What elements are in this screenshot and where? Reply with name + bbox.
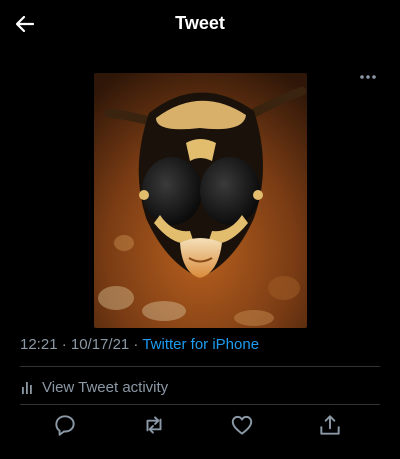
reply-icon <box>55 415 75 436</box>
arrow-left-icon <box>15 15 35 33</box>
more-options-button[interactable] <box>356 68 380 86</box>
tweet-source-link[interactable]: Twitter for iPhone <box>142 336 259 353</box>
tweet-metadata: 12:21 · 10/17/21 · Twitter for iPhone <box>20 335 259 355</box>
tweet-timestamp: 12:21 · 10/17/21 · <box>20 336 143 353</box>
top-bar: Tweet <box>0 0 400 50</box>
page-title: Tweet <box>175 13 225 33</box>
retweet-button[interactable] <box>141 412 167 438</box>
share-button[interactable] <box>317 412 343 438</box>
wasp-photo-image <box>94 73 307 328</box>
retweet-icon <box>146 416 162 434</box>
tweet-photo[interactable] <box>94 73 307 328</box>
bar-chart-icon <box>22 382 32 394</box>
divider <box>20 366 380 367</box>
more-horizontal-icon <box>360 75 376 79</box>
view-tweet-activity-link[interactable]: View Tweet activity <box>20 377 168 397</box>
back-button[interactable] <box>13 12 37 36</box>
view-tweet-activity-label: View Tweet activity <box>42 378 169 396</box>
reply-button[interactable] <box>52 412 78 438</box>
divider <box>20 404 380 405</box>
heart-icon <box>231 415 253 435</box>
share-icon <box>320 415 340 435</box>
like-button[interactable] <box>229 412 255 438</box>
